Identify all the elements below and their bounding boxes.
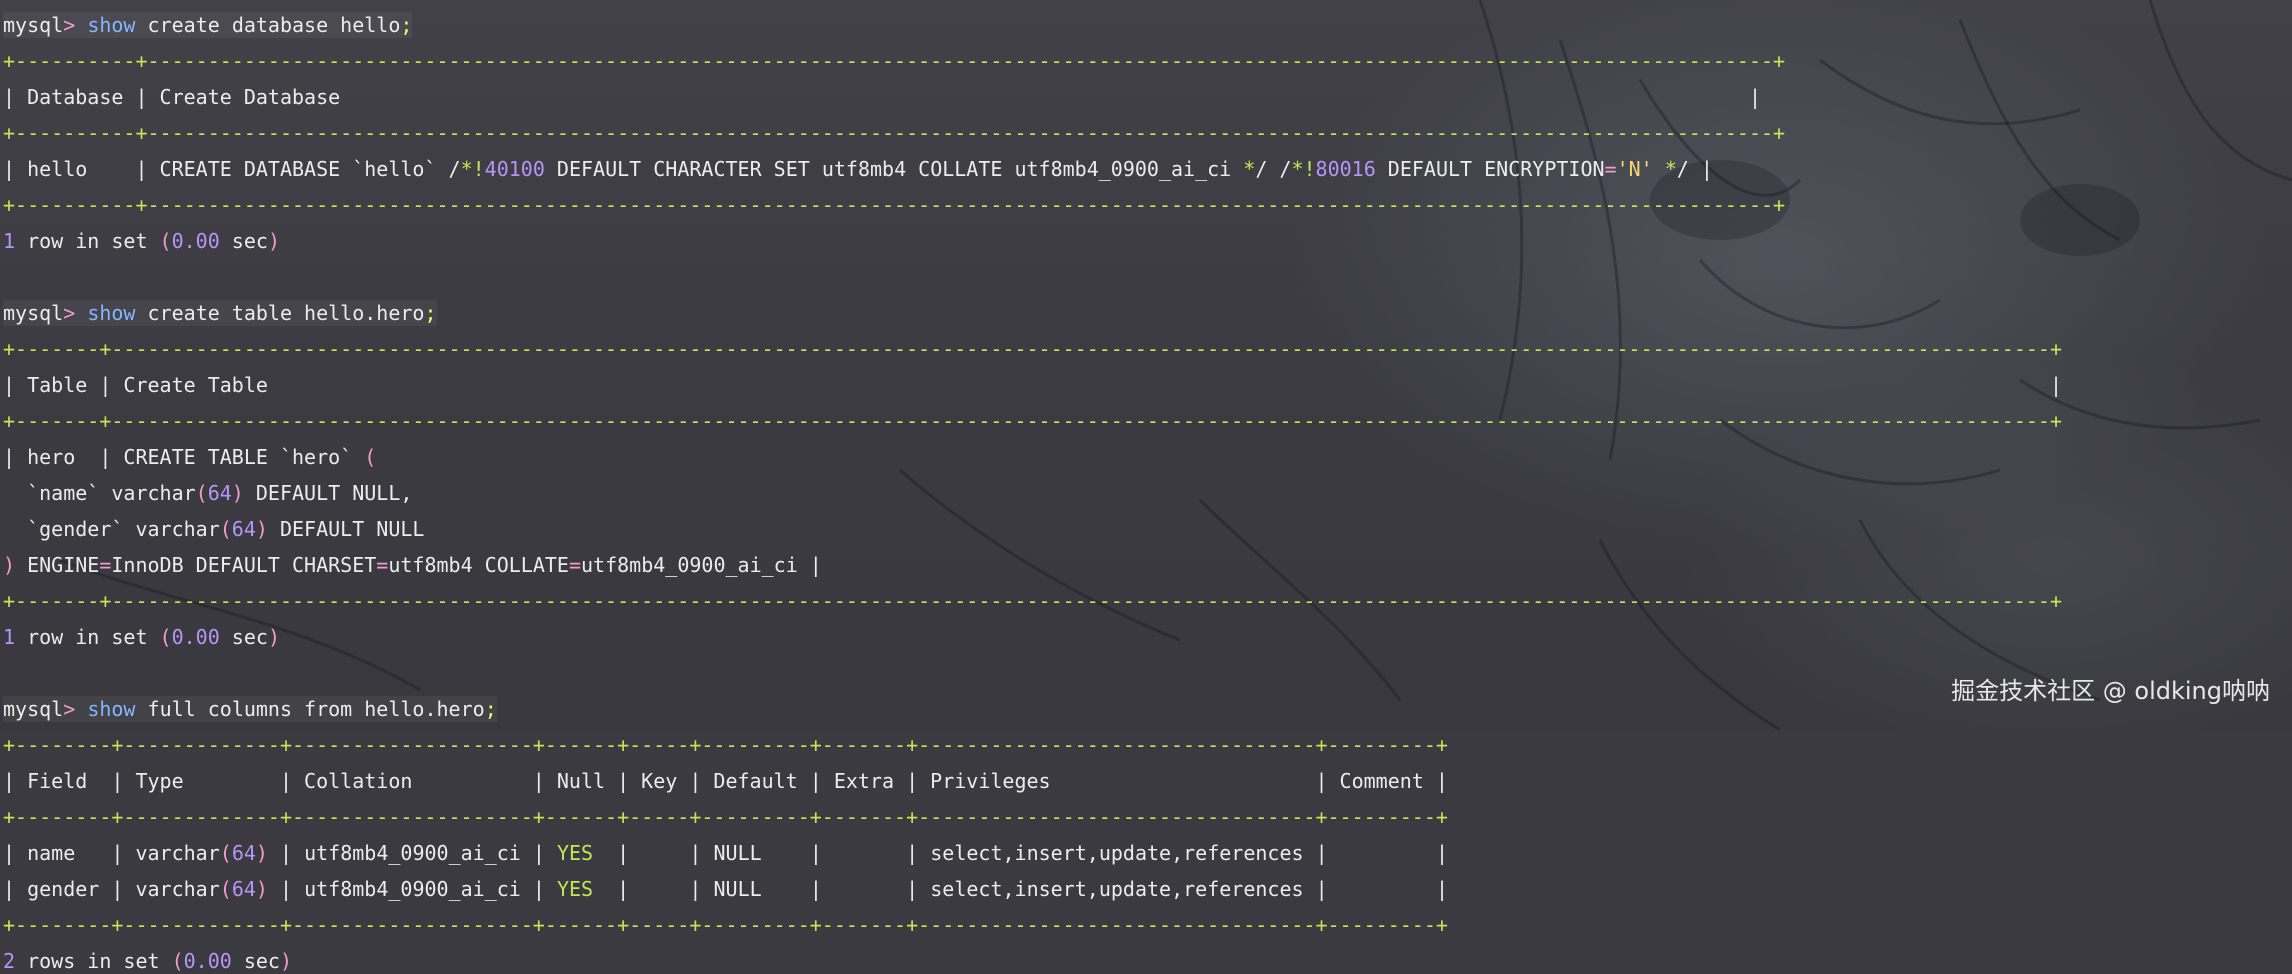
prompt-line: mysql> show create table hello.hero; — [3, 300, 437, 326]
table-border: +--------+-------------+----------------… — [3, 733, 1448, 757]
sql-keyword: show — [87, 13, 136, 37]
table-header: | Field | Type | Collation | Null | Key … — [3, 769, 1448, 793]
table-row-continuation: `name` varchar(64) DEFAULT NULL, — [3, 481, 413, 505]
sql-text: full columns from hello.hero — [135, 697, 485, 721]
result-summary: 2 rows in set (0.00 sec) — [3, 949, 293, 973]
table-row: | gender | varchar(64) | utf8mb4_0900_ai… — [3, 877, 1449, 901]
result-summary: 1 row in set (0.00 sec) — [3, 625, 280, 649]
table-border: +----------+----------------------------… — [3, 193, 1786, 217]
table-border: +-------+-------------------------------… — [3, 337, 2063, 361]
sql-keyword: show — [87, 301, 136, 325]
table-row: | hero | CREATE TABLE `hero` ( — [3, 445, 377, 469]
sql-keyword: show — [87, 697, 136, 721]
table-row: | name | varchar(64) | utf8mb4_0900_ai_c… — [3, 841, 1449, 865]
table-header: | Table | Create Table | — [3, 373, 2063, 397]
table-row-continuation: ) ENGINE=InnoDB DEFAULT CHARSET=utf8mb4 … — [3, 553, 822, 577]
prompt-arrow: > — [63, 697, 76, 721]
table-border: +-------+-------------------------------… — [3, 409, 2063, 433]
prompt-arrow: > — [63, 13, 76, 37]
table-border: +--------+-------------+----------------… — [3, 913, 1448, 937]
table-border: +----------+----------------------------… — [3, 121, 1786, 145]
table-border: +--------+-------------+----------------… — [3, 805, 1448, 829]
table-border: +----------+----------------------------… — [3, 49, 1786, 73]
terminal-window[interactable]: mysql> show create database hello; +----… — [0, 0, 2292, 973]
watermark: 掘金技术社区 @ oldking呐呐 — [1951, 677, 2270, 705]
table-border: +-------+-------------------------------… — [3, 589, 2063, 613]
prompt-arrow: > — [63, 301, 76, 325]
result-summary: 1 row in set (0.00 sec) — [3, 229, 280, 253]
prompt-line: mysql> show create database hello; — [3, 12, 413, 38]
sql-semicolon: ; — [424, 301, 437, 325]
table-header: | Database | Create Database | — [3, 85, 1761, 109]
table-row-continuation: `gender` varchar(64) DEFAULT NULL — [3, 517, 425, 541]
table-row: | hello | CREATE DATABASE `hello` /*!401… — [3, 157, 1713, 181]
prompt-user: mysql — [3, 13, 64, 37]
sql-semicolon: ; — [484, 697, 497, 721]
sql-text: create database hello — [135, 13, 401, 37]
prompt-user: mysql — [3, 697, 64, 721]
sql-semicolon: ; — [400, 13, 413, 37]
sql-text: create table hello.hero — [135, 301, 425, 325]
prompt-line: mysql> show full columns from hello.hero… — [3, 696, 497, 722]
prompt-user: mysql — [3, 301, 64, 325]
